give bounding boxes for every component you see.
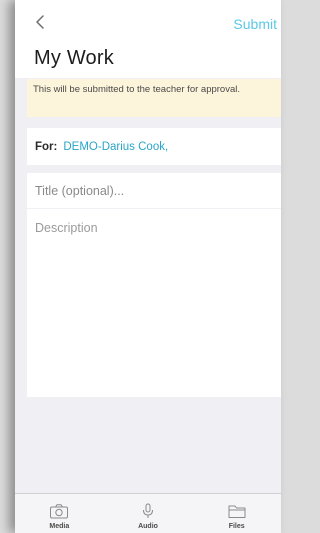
tab-media[interactable]: Media: [15, 494, 104, 533]
tab-files-label: Files: [228, 523, 245, 530]
chevron-left-icon[interactable]: [33, 14, 49, 30]
recipient-name[interactable]: DEMO-Darius Cook,: [63, 141, 168, 153]
description-input[interactable]: [27, 209, 281, 397]
camera-icon: [50, 504, 69, 519]
tab-files[interactable]: Files: [192, 494, 281, 533]
page-title: My Work: [34, 47, 114, 69]
approval-notice: This will be submitted to the teacher fo…: [27, 79, 281, 117]
tab-media-label: Media: [49, 523, 70, 530]
folder-icon: [228, 505, 246, 518]
microphone-icon: [143, 503, 153, 518]
title-input[interactable]: [27, 173, 281, 208]
tab-audio-label: Audio: [138, 523, 158, 530]
tab-audio[interactable]: Audio: [104, 494, 193, 533]
navigation-header: Submit My Work: [15, 0, 281, 78]
recipient-row[interactable]: For: DEMO-Darius Cook,: [27, 128, 281, 165]
recipient-label: For:: [35, 140, 58, 153]
bottom-toolbar: Media Audio Files: [15, 493, 281, 533]
app-screen: Submit My Work This will be submitted to…: [15, 0, 281, 533]
submit-button[interactable]: Submit: [233, 16, 277, 32]
